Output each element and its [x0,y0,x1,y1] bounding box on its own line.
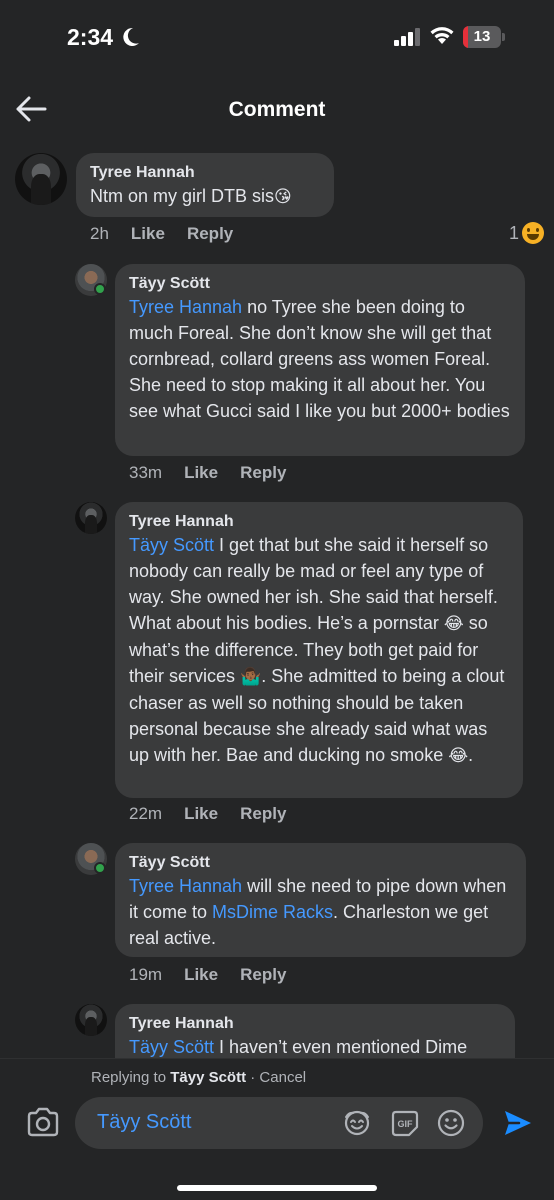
like-button[interactable]: Like [184,463,218,483]
reply-button[interactable]: Reply [240,965,286,985]
comment-time: 2h [90,224,109,243]
replying-name: Täyy Scött [170,1069,247,1086]
comment-text: Tyree Hannah will she need to pipe down … [129,876,507,948]
mention-link[interactable]: Täyy Scött [129,535,214,555]
battery-indicator: 13 [463,26,505,48]
comment-bubble[interactable]: Tyree Hannah Täyy Scött I haven’t even m… [115,1004,515,1058]
comment-time: 22m [129,804,163,823]
comment-author[interactable]: Tyree Hannah [90,163,320,183]
comment-author[interactable]: Tyree Hannah [129,512,509,532]
kiss-emoji-icon: 😘 [274,187,292,207]
cancel-reply-button[interactable]: Cancel [259,1069,306,1086]
like-button[interactable]: Like [184,804,218,824]
comment-text: Täyy Scött I get that but she said it he… [129,535,505,766]
mention-link[interactable]: Tyree Hannah [129,876,242,896]
shrug-emoji-icon: 🤷🏾‍♂️ [240,667,262,687]
battery-percent: 13 [473,28,491,45]
reply-button[interactable]: Reply [187,224,233,244]
comment-bubble[interactable]: Täyy Scött Tyree Hannah will she need to… [115,843,526,957]
comment-bubble[interactable]: Tyree Hannah Täyy Scött I get that but s… [115,502,523,798]
cellular-signal-icon [394,28,420,46]
moon-icon [123,27,139,46]
avatar[interactable] [75,502,107,534]
comment-text: Ntm on my girl DTB sis😘 [90,186,292,207]
replying-banner: Replying to Täyy Scött · Cancel [91,1069,307,1086]
avatar[interactable] [75,1004,107,1036]
comment-meta: 22m Like Reply [129,804,308,824]
comment-input-value[interactable]: Täyy Scött [97,1111,191,1134]
comment-bubble[interactable]: Tyree Hannah Ntm on my girl DTB sis😘 [76,153,334,217]
comment-author[interactable]: Täyy Scött [129,853,512,873]
comment-meta: 33m Like Reply [129,463,308,483]
reply-button[interactable]: Reply [240,804,286,824]
mention-link[interactable]: Täyy Scött [129,1037,214,1057]
online-status-icon [94,862,106,874]
status-time: 2:34 [67,24,114,50]
comment-author[interactable]: Tyree Hannah [129,1014,501,1034]
camera-icon[interactable] [26,1107,60,1137]
comment-meta: 2h Like Reply [90,224,255,244]
laughing-emoji-icon: 😂 [448,746,469,766]
comment-author[interactable]: Täyy Scött [129,274,511,294]
page-title: Comment [228,98,326,121]
online-status-icon [94,283,106,295]
svg-text:GIF: GIF [398,1119,414,1129]
mention-link[interactable]: MsDime Racks [212,902,333,922]
avatar[interactable] [15,153,67,205]
like-button[interactable]: Like [131,224,165,244]
send-icon[interactable] [502,1107,534,1139]
comment-time: 19m [129,965,163,984]
header: Comment [0,74,554,146]
comment-composer: Replying to Täyy Scött · Cancel Täyy Scö… [0,1058,554,1200]
laughing-emoji-icon [522,222,544,244]
comment-bubble[interactable]: Täyy Scött Tyree Hannah no Tyree she bee… [115,264,525,456]
like-button[interactable]: Like [184,965,218,985]
comment-thread[interactable]: Tyree Hannah Ntm on my girl DTB sis😘 2h … [0,146,554,1058]
reply-button[interactable]: Reply [240,463,286,483]
comment-text: Täyy Scött I haven’t even mentioned Dime [129,1037,468,1057]
status-bar: 2:34 13 [0,0,554,74]
reaction-count: 1 [508,222,519,243]
home-indicator [177,1185,377,1191]
laughing-emoji-icon: 😂 [443,614,464,634]
emoji-icon[interactable] [437,1109,465,1137]
reaction-summary[interactable]: 1 [509,222,544,244]
comment-text: Tyree Hannah no Tyree she been doing to … [129,297,510,421]
comment-meta: 19m Like Reply [129,965,308,985]
comment-input[interactable]: Täyy Scött GIF [75,1097,483,1149]
comment-time: 33m [129,463,163,482]
mention-link[interactable]: Tyree Hannah [129,297,242,317]
wifi-icon [430,27,454,44]
avatar-sticker-icon[interactable] [343,1109,371,1137]
gif-icon[interactable]: GIF [391,1109,419,1137]
